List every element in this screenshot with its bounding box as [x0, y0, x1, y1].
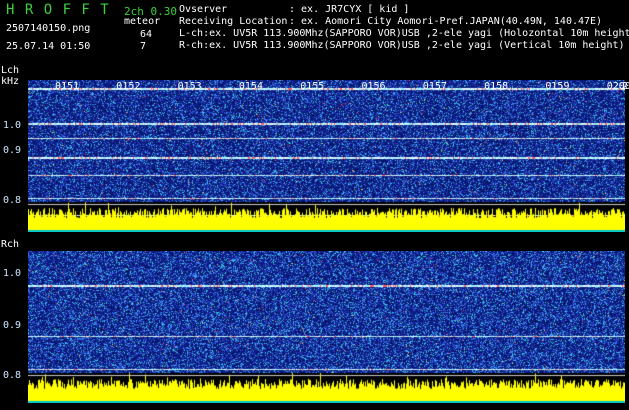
count-left: 64: [140, 29, 153, 40]
lch-time-tick: 0157: [422, 81, 447, 92]
lch-time-tick: 2: [622, 81, 629, 92]
lch-unit: kHz: [1, 76, 20, 87]
rch-freq-tick-0-8: 0.8: [3, 370, 22, 381]
lch-time-tick: 0159: [545, 81, 570, 92]
timestamp: 25.07.14 01:50: [6, 41, 91, 52]
lch-time-tick: 0151: [55, 81, 80, 92]
lch-receiver-info: L-ch:ex. UV5R 113.900Mhz(SAPPORO VOR)USB…: [179, 28, 629, 39]
lch-time-tick: 0154: [238, 81, 263, 92]
observer-label: Ovserver: [179, 4, 228, 15]
rch-label: Rch: [1, 239, 20, 250]
rch-receiver-info: R-ch:ex. UV5R 113.900Mhz(SAPPORO VOR)USB…: [179, 40, 625, 51]
rch-freq-tick-1-0: 1.0: [3, 268, 22, 279]
filename-label: 2507140150.png: [6, 23, 91, 34]
rch-freq-tick-0-9: 0.9: [3, 320, 22, 331]
lch-label: Lch: [1, 65, 20, 76]
count-right: 7: [140, 41, 147, 52]
lch-time-tick: 0153: [177, 81, 202, 92]
lch-time-tick: 0156: [361, 81, 386, 92]
location-value: : ex. Aomori City Aomori-Pref.JAPAN(40.4…: [289, 16, 603, 27]
lch-freq-tick-0-8: 0.8: [3, 195, 22, 206]
rch-spectrogram: [28, 251, 625, 403]
lch-time-tick: 0158: [484, 81, 509, 92]
lch-spectrogram: [28, 80, 625, 232]
lch-time-tick: 0155: [300, 81, 325, 92]
lch-freq-tick-1-0: 1.0: [3, 120, 22, 131]
mode-label: meteor: [124, 16, 161, 27]
location-label: Receiving Location: [179, 16, 288, 27]
lch-freq-tick-0-9: 0.9: [3, 145, 22, 156]
app-title: H R O F F T: [6, 2, 110, 18]
lch-time-tick: 0152: [116, 81, 141, 92]
observer-value: : ex. JR7CYX [ kid ]: [289, 4, 410, 15]
